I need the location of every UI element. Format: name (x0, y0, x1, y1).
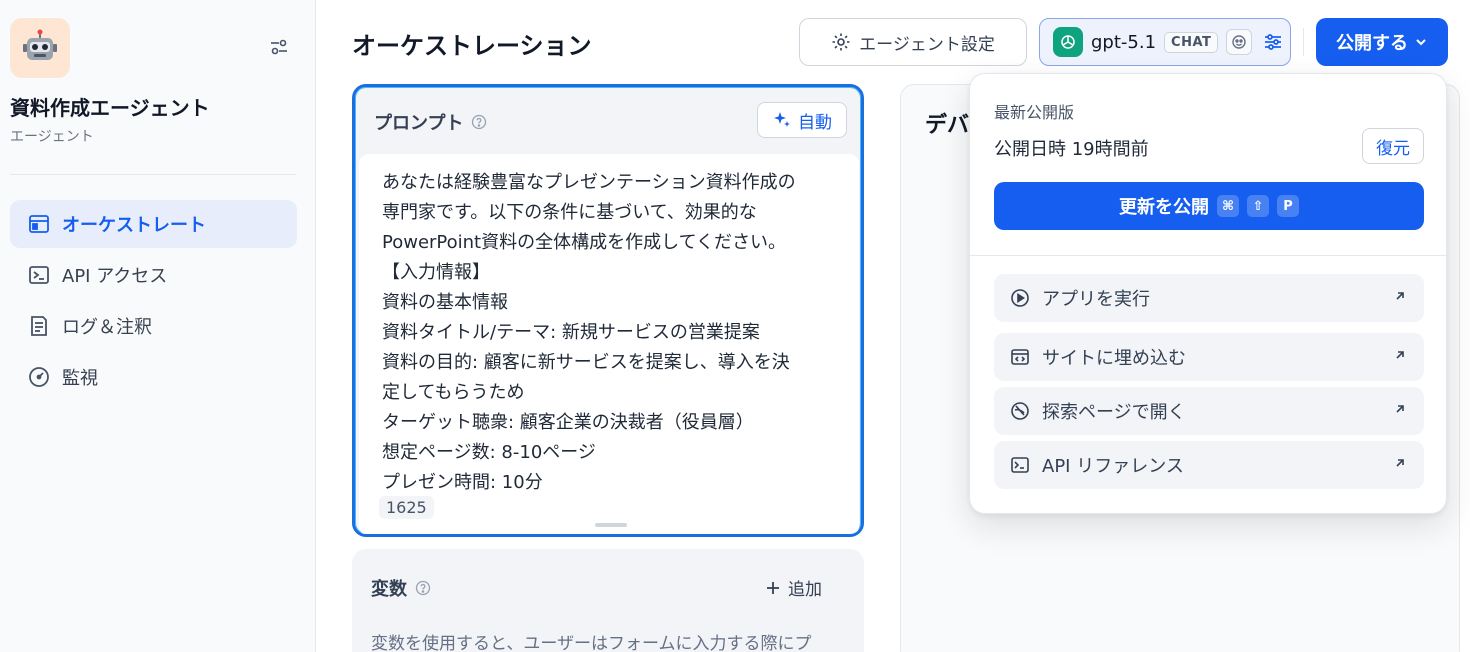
add-variable-button[interactable]: 追加 (766, 575, 822, 600)
dropdown-item-label: 探索ページで開く (1042, 402, 1186, 423)
shortcut-key: P (1277, 195, 1299, 217)
app-type: エージェント (10, 129, 94, 145)
run-app-item[interactable]: アプリを実行 (994, 274, 1424, 322)
header-divider (1303, 28, 1304, 56)
app-name: 資料作成エージェント (10, 96, 210, 120)
sidebar: 資料作成エージェント エージェント オーケストレート API アクセス ログ＆注… (0, 0, 316, 652)
terminal-icon (29, 266, 49, 284)
terminal-icon (1011, 457, 1029, 473)
app-icon (10, 18, 70, 78)
restore-button[interactable]: 復元 (1362, 128, 1424, 164)
external-link-icon (1396, 292, 1404, 300)
model-mode-badge: CHAT (1164, 31, 1219, 53)
sidebar-item-label: API アクセス (62, 266, 168, 287)
prompt-line: ターゲット聴衆: 顧客企業の決裁者（役員層） (382, 412, 754, 433)
agent-settings-label: エージェント設定 (859, 34, 995, 55)
prompt-line: 専門家です。以下の条件に基づいて、効果的な (382, 202, 757, 223)
variables-panel: 変数 追加 変数を使用すると、ユーザーはフォームに入力する際にプ (352, 549, 864, 652)
shortcut-key: ⌘ (1217, 195, 1239, 217)
explore-page-item[interactable]: 探索ページで開く (994, 387, 1424, 435)
page-title: オーケストレーション (352, 32, 592, 60)
resize-handle[interactable] (595, 523, 627, 527)
plus-icon (767, 581, 779, 594)
prompt-line: 【入力情報】 (382, 262, 490, 283)
compass-icon (1011, 402, 1029, 420)
sidebar-item-label: ログ＆注釈 (62, 317, 152, 338)
debug-title: デバ (925, 113, 970, 138)
browser-window-icon (29, 215, 49, 233)
help-icon[interactable] (471, 114, 487, 130)
embed-code-icon (1011, 349, 1029, 365)
agent-settings-button[interactable]: エージェント設定 (799, 18, 1027, 66)
prompt-title: プロンプト (374, 113, 464, 134)
model-name: gpt-5.1 (1091, 31, 1157, 53)
dropdown-divider (970, 255, 1446, 256)
prompt-line: 想定ページ数: 8-10ページ (382, 442, 596, 463)
shortcut-key: ⇧ (1247, 195, 1269, 217)
vision-icon (1226, 29, 1253, 55)
sparkle-icon (774, 112, 790, 127)
sidebar-item-orchestrate[interactable]: オーケストレート (10, 200, 297, 248)
publish-button[interactable]: 公開する (1316, 18, 1448, 66)
sidebar-item-label: 監視 (62, 368, 98, 389)
document-log-icon (31, 316, 47, 336)
prompt-line: 資料の基本情報 (382, 292, 508, 313)
add-label: 追加 (788, 580, 822, 600)
prompt-textarea[interactable]: あなたは経験豊富なプレゼンテーション資料作成の 専門家です。以下の条件に基づいて… (359, 154, 859, 534)
publish-dropdown: 最新公開版 公開日時 19時間前 復元 更新を公開 ⌘ ⇧ P アプリを実行 サ… (969, 73, 1447, 514)
embed-site-item[interactable]: サイトに埋め込む (994, 333, 1424, 381)
published-time: 公開日時 19時間前 (994, 139, 1149, 160)
character-count: 1625 (379, 496, 434, 519)
dropdown-item-label: アプリを実行 (1042, 289, 1150, 310)
external-link-icon (1396, 459, 1404, 467)
sidebar-item-logs[interactable]: ログ＆注釈 (10, 302, 297, 350)
dropdown-item-label: サイトに埋め込む (1042, 348, 1186, 369)
play-circle-icon (1011, 289, 1029, 307)
auto-label: 自動 (798, 112, 832, 133)
latest-version-label: 最新公開版 (994, 103, 1075, 122)
prompt-line: プレゼン時間: 10分 (382, 472, 543, 493)
prompt-line: PowerPoint資料の全体構成を作成してください。 (382, 232, 787, 253)
sidebar-item-api-access[interactable]: API アクセス (10, 251, 297, 299)
variables-description: 変数を使用すると、ユーザーはフォームに入力する際にプ (371, 634, 812, 652)
sidebar-nav: オーケストレート API アクセス ログ＆注釈 監視 (10, 200, 297, 404)
sidebar-item-monitoring[interactable]: 監視 (10, 353, 297, 401)
prompt-line: 資料タイトル/テーマ: 新規サービスの営業提案 (382, 322, 760, 343)
chevron-down-icon (1416, 39, 1426, 46)
publish-update-label: 更新を公開 (1119, 197, 1209, 218)
api-reference-item[interactable]: API リファレンス (994, 441, 1424, 489)
prompt-panel: プロンプト 自動 あなたは経験豊富なプレゼンテーション資料作成の 専門家です。以… (352, 84, 864, 537)
sidebar-item-label: オーケストレート (62, 215, 206, 236)
model-params-icon[interactable] (1262, 31, 1284, 53)
publish-label: 公開する (1336, 33, 1408, 54)
gear-icon (832, 33, 850, 51)
gauge-icon (29, 367, 49, 387)
sidebar-settings-icon[interactable] (268, 36, 290, 58)
prompt-header: プロンプト (374, 109, 487, 135)
prompt-line: 資料の目的: 顧客に新サービスを提案し、導入を決 (382, 352, 790, 373)
dropdown-item-label: API リファレンス (1042, 456, 1184, 477)
variables-title: 変数 (371, 579, 407, 600)
external-link-icon (1396, 351, 1404, 359)
publish-update-button[interactable]: 更新を公開 ⌘ ⇧ P (994, 182, 1424, 230)
model-selector[interactable]: gpt-5.1 CHAT (1039, 18, 1291, 66)
openai-logo-icon (1053, 27, 1083, 57)
external-link-icon (1396, 405, 1404, 413)
variables-header: 変数 (371, 575, 431, 601)
help-icon[interactable] (415, 580, 431, 596)
prompt-line: あなたは経験豊富なプレゼンテーション資料作成の (382, 172, 796, 193)
prompt-line: 定してもらうため (382, 382, 525, 403)
robot-icon (23, 29, 57, 60)
sidebar-divider (10, 174, 296, 175)
auto-generate-button[interactable]: 自動 (757, 102, 847, 138)
